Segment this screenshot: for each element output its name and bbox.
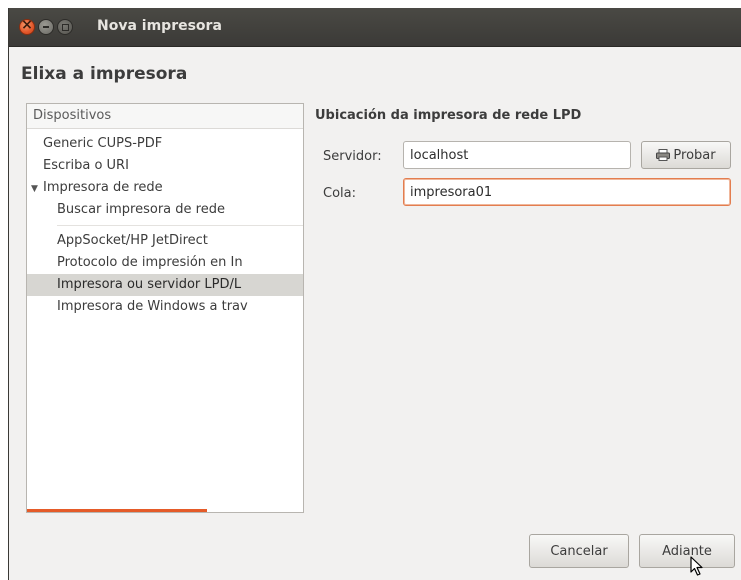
- minimize-window-icon[interactable]: [38, 19, 54, 35]
- close-window-icon[interactable]: [19, 17, 35, 35]
- window-title: Nova impresora: [97, 18, 222, 34]
- device-item-enter-uri[interactable]: Escriba o URI: [27, 155, 303, 177]
- device-item-label: Impresora de rede: [43, 180, 163, 195]
- maximize-window-icon[interactable]: [57, 19, 73, 35]
- device-item-appsocket[interactable]: AppSocket/HP JetDirect: [27, 230, 303, 252]
- horizontal-scrollbar[interactable]: [27, 509, 207, 512]
- cancel-button[interactable]: Cancelar: [529, 534, 629, 568]
- device-item-windows-samba[interactable]: Impresora de Windows a trav: [27, 296, 303, 318]
- device-item-lpd[interactable]: Impresora ou servidor LPD/L: [27, 274, 303, 296]
- queue-label: Cola:: [323, 186, 356, 201]
- probe-button[interactable]: Probar: [641, 141, 731, 169]
- page-title: Elixa a impresora: [21, 64, 188, 84]
- expander-down-icon[interactable]: ▼: [31, 178, 43, 200]
- printer-icon: [656, 149, 671, 161]
- device-item-find-network-printer[interactable]: Buscar impresora de rede: [27, 199, 303, 221]
- device-item-generic-cups-pdf[interactable]: Generic CUPS-PDF: [27, 133, 303, 155]
- mouse-pointer-icon: [690, 556, 703, 576]
- section-title: Ubicación da impresora de rede LPD: [315, 108, 582, 123]
- forward-button[interactable]: Adiante: [639, 534, 735, 568]
- titlebar[interactable]: Nova impresora: [9, 8, 741, 47]
- probe-button-label: Probar: [673, 147, 716, 163]
- device-item-ipp[interactable]: Protocolo de impresión en In: [27, 252, 303, 274]
- device-list-header: Dispositivos: [27, 104, 303, 129]
- list-divider: [57, 225, 303, 226]
- new-printer-dialog: Nova impresora Elixa a impresora Disposi…: [8, 8, 741, 580]
- server-label: Servidor:: [323, 149, 382, 164]
- device-list: Dispositivos Generic CUPS-PDF Escriba o …: [26, 103, 304, 513]
- queue-input[interactable]: [403, 178, 731, 206]
- device-item-network-printer[interactable]: ▼ Impresora de rede: [27, 177, 303, 199]
- server-input[interactable]: [403, 141, 631, 169]
